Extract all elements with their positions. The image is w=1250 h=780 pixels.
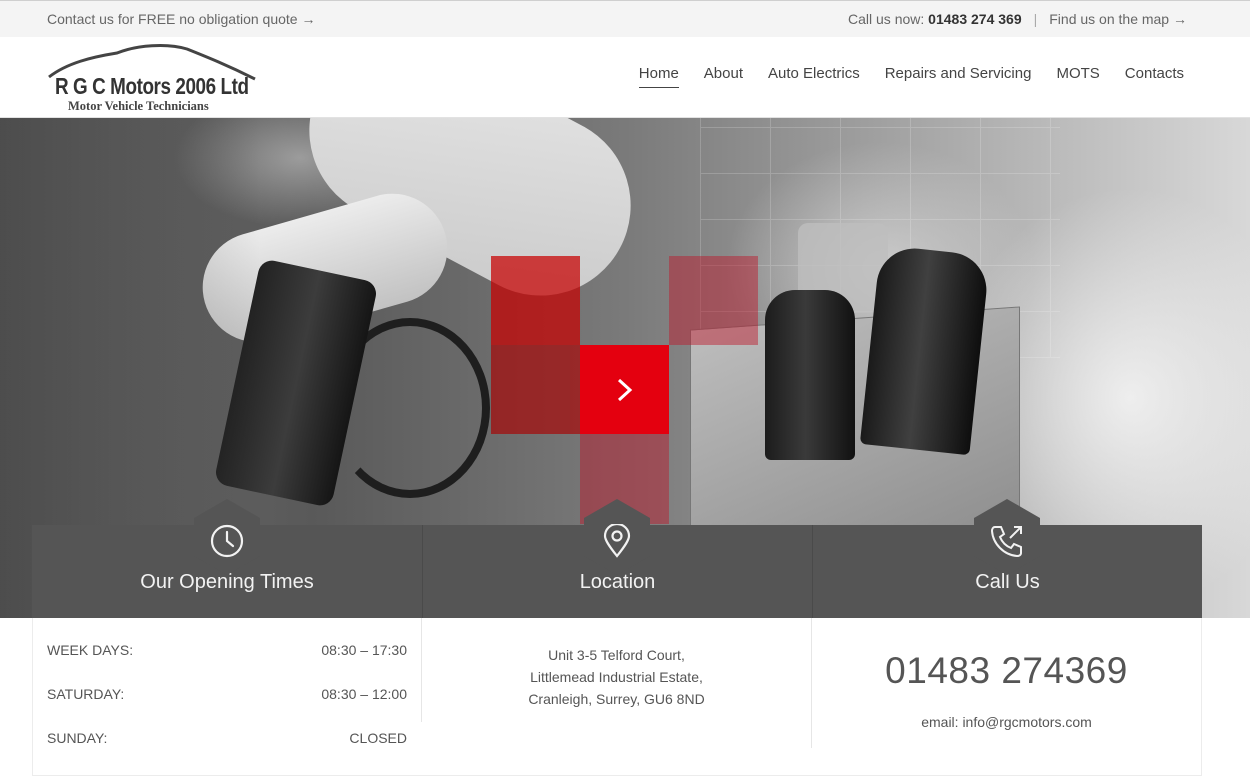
address: Unit 3-5 Telford Court, Littlemead Indus… (422, 644, 811, 710)
logo-tagline: Motor Vehicle Technicians (68, 99, 209, 113)
chevron-right-icon (617, 378, 632, 401)
opening-times-row: WEEK DAYS: 08:30 – 17:30 (47, 642, 407, 658)
opening-hours: CLOSED (349, 730, 407, 746)
opening-hours: 08:30 – 17:30 (321, 642, 407, 658)
nav-item-contacts[interactable]: Contacts (1125, 65, 1184, 88)
top-phone-number[interactable]: 01483 274 369 (928, 11, 1021, 27)
location-details: Unit 3-5 Telford Court, Littlemead Indus… (422, 618, 812, 748)
opening-day: WEEK DAYS: (47, 642, 134, 658)
nav-item-home[interactable]: Home (638, 65, 679, 88)
top-bar-contact: Call us now: 01483 274 369 | Find us on … (848, 11, 1187, 27)
content-bottom-border (32, 775, 1202, 776)
address-line: Unit 3-5 Telford Court, (548, 647, 685, 663)
hero-tile (669, 256, 758, 345)
main-navigation: Home About Auto Electrics Repairs and Se… (638, 65, 1184, 88)
hero-next-button[interactable] (580, 345, 669, 434)
top-bar: Contact us for FREE no obligation quote … (0, 0, 1250, 37)
address-line: Cranleigh, Surrey, GU6 8ND (528, 691, 705, 707)
nav-item-auto-electrics[interactable]: Auto Electrics (768, 65, 860, 88)
nav-item-mots[interactable]: MOTS (1056, 65, 1099, 88)
site-header: R G C Motors 2006 Ltd Motor Vehicle Tech… (0, 37, 1250, 118)
find-on-map-link[interactable]: Find us on the map → (1049, 11, 1187, 27)
hero-spray-can (859, 244, 991, 456)
nav-item-about[interactable]: About (704, 65, 743, 88)
main-phone-number[interactable]: 01483 274369 (812, 650, 1201, 692)
phone-outgoing-icon (990, 526, 1022, 558)
opening-times-row: SUNDAY: CLOSED (47, 730, 407, 746)
opening-day: SATURDAY: (47, 686, 125, 702)
logo-company-name: R G C Motors 2006 Ltd (55, 73, 249, 99)
clock-icon (210, 524, 244, 558)
opening-day: SUNDAY: (47, 730, 108, 746)
call-label: Call us now: (848, 11, 925, 27)
opening-times-row: SATURDAY: 08:30 – 12:00 (47, 686, 407, 702)
call-us-details: 01483 274369 email: info@rgcmotors.com (812, 618, 1202, 776)
hero-tile (491, 256, 580, 345)
free-quote-link[interactable]: Contact us for FREE no obligation quote … (47, 11, 315, 27)
opening-hours: 08:30 – 12:00 (321, 686, 407, 702)
site-logo[interactable]: R G C Motors 2006 Ltd Motor Vehicle Tech… (47, 43, 257, 115)
top-bar-separator: | (1033, 11, 1038, 27)
opening-times-details: WEEK DAYS: 08:30 – 17:30 SATURDAY: 08:30… (32, 618, 422, 776)
email-link[interactable]: email: info@rgcmotors.com (812, 714, 1201, 730)
hero-spray-can (765, 290, 855, 460)
hero-tile (491, 345, 580, 434)
nav-item-repairs-servicing[interactable]: Repairs and Servicing (885, 65, 1032, 88)
address-line: Littlemead Industrial Estate, (530, 669, 703, 685)
map-pin-icon (603, 524, 631, 558)
